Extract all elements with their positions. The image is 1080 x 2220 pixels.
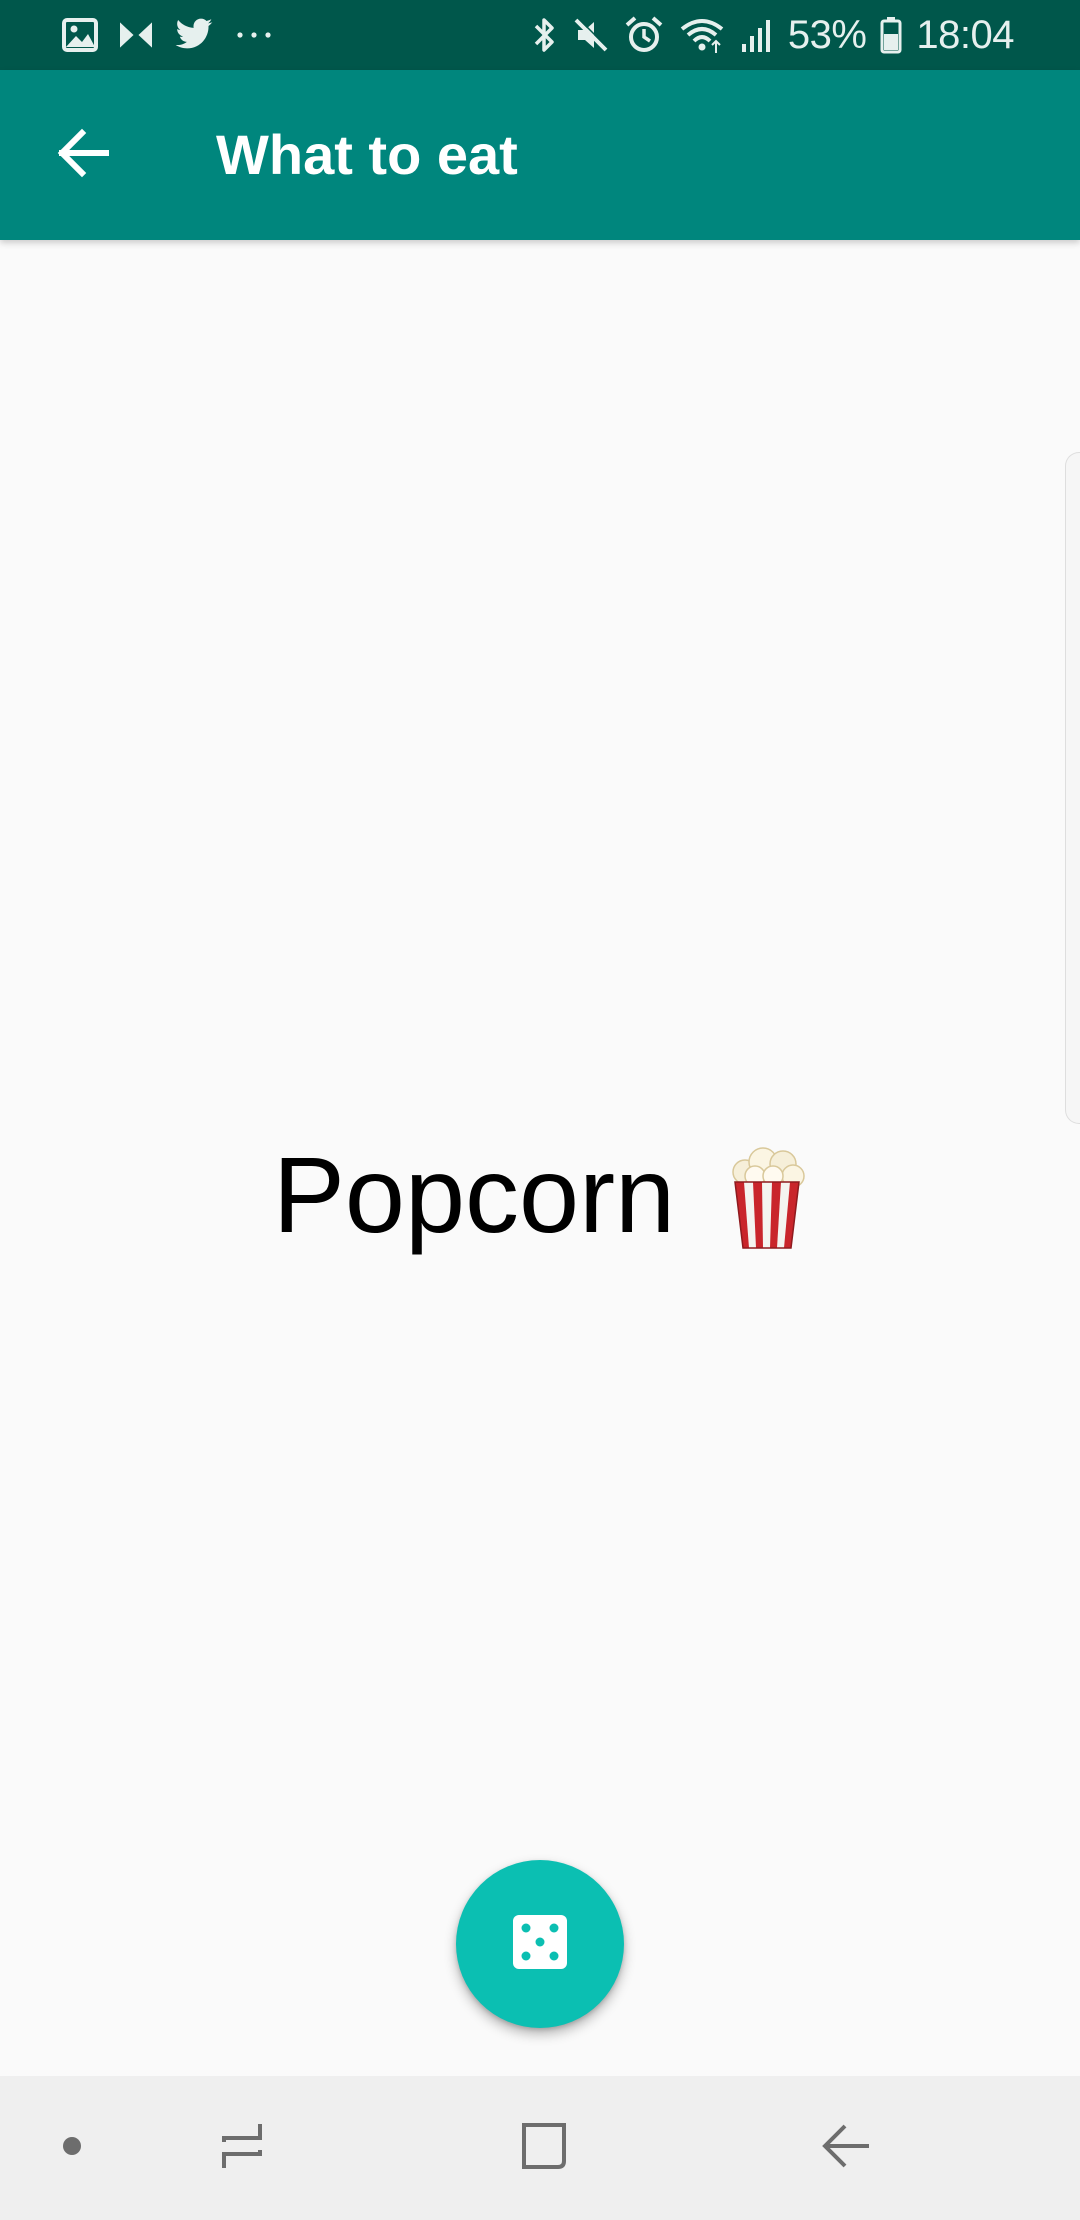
bluetooth-icon [530, 15, 558, 55]
more-notifications-icon [234, 30, 274, 40]
notification-icons [62, 14, 294, 56]
home-icon [518, 2119, 570, 2178]
edge-panel-handle[interactable] [1065, 452, 1080, 1124]
twitter-icon [174, 18, 214, 52]
mute-icon [572, 16, 610, 54]
home-button[interactable] [494, 2098, 594, 2198]
recent-apps-button[interactable] [192, 2098, 292, 2198]
recent-apps-icon [216, 2120, 268, 2177]
result-container: Popcorn [0, 1130, 1080, 1260]
dice-icon [511, 1913, 569, 1976]
back-nav-button[interactable] [796, 2098, 896, 2198]
nav-dot-icon [62, 2136, 82, 2161]
randomize-button[interactable] [456, 1860, 624, 2028]
app-bar: What to eat [0, 70, 1080, 240]
system-icons: 53% 18:04 [516, 10, 1014, 60]
back-button[interactable] [38, 110, 128, 200]
battery-percent: 53% [787, 12, 867, 57]
popcorn-emoji-icon [727, 1146, 807, 1250]
nav-dot-button[interactable] [22, 2098, 122, 2198]
gallery-icon [62, 18, 98, 52]
arrow-back-icon [56, 128, 110, 183]
battery-icon [880, 16, 902, 54]
signal-icon [740, 16, 774, 54]
result-text: Popcorn [272, 1134, 676, 1255]
status-bar: 53% 18:04 [0, 0, 1080, 70]
page-title: What to eat [216, 123, 518, 186]
clock: 18:04 [916, 12, 1014, 57]
back-icon [819, 2119, 873, 2178]
alarm-icon [624, 15, 664, 55]
bowtie-app-icon [118, 19, 154, 51]
navigation-bar [0, 2076, 1080, 2220]
wifi-icon [678, 15, 726, 55]
